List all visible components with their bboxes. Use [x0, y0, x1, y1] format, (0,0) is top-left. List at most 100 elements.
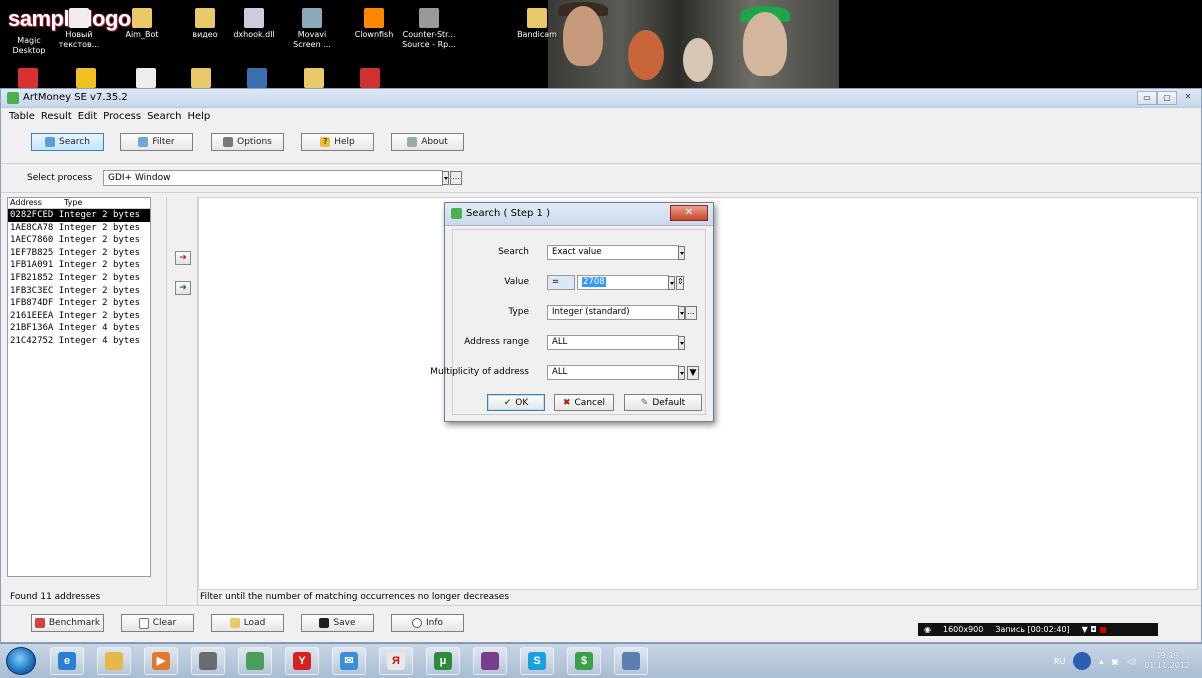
app-icon[interactable] — [247, 68, 267, 88]
column-header-type[interactable]: Type — [62, 198, 82, 208]
language-indicator[interactable]: RU — [1054, 657, 1065, 666]
taskbar-item[interactable]: $ — [567, 647, 601, 675]
volume-icon[interactable]: ◁) — [1127, 657, 1136, 666]
default-button[interactable]: ✎ Default — [624, 394, 702, 411]
column-header-address[interactable]: Address — [8, 198, 62, 208]
folder-icon — [132, 8, 152, 28]
taskbar-item[interactable]: Я — [379, 647, 413, 675]
menu-help[interactable]: Help — [187, 111, 210, 122]
search-button[interactable]: Search — [31, 133, 104, 151]
clock[interactable]: 19:19 01.11.2012 — [1144, 651, 1190, 671]
cancel-button[interactable]: ✖ Cancel — [554, 394, 614, 411]
address-list[interactable]: Address Type 0282FCED Integer 2 bytes 1AE… — [7, 197, 151, 577]
taskbar-item[interactable] — [473, 647, 507, 675]
tray-app-icon[interactable] — [1073, 652, 1092, 670]
desktop-icon-label: Counter-Str... Source - Rp... — [402, 30, 456, 49]
type-dropdown-arrow-icon[interactable] — [678, 306, 685, 320]
address-range-dropdown-arrow-icon[interactable] — [678, 336, 685, 350]
desktop-icon[interactable]: Aim_Bot — [113, 8, 171, 40]
taskbar-item[interactable]: μ — [426, 647, 460, 675]
type-select[interactable]: Integer (standard) — [547, 305, 679, 320]
ok-button[interactable]: ✔ OK — [487, 394, 545, 411]
menu-search[interactable]: Search — [147, 111, 181, 122]
acrobat-icon[interactable] — [360, 68, 380, 88]
table-row[interactable]: 1AEC7860 Integer 2 bytes — [8, 234, 150, 247]
desktop-icon[interactable]: Counter-Str... Source - Rp... — [400, 8, 458, 50]
table-row[interactable]: 1AE8CA78 Integer 2 bytes — [8, 222, 150, 235]
menu-table[interactable]: Table — [9, 111, 35, 122]
desktop-icon[interactable]: Bandicam — [508, 8, 566, 40]
help-button[interactable]: ? Help — [301, 133, 374, 151]
address-range-select[interactable]: ALL — [547, 335, 679, 350]
taskbar-item[interactable]: ✉ — [332, 647, 366, 675]
taskbar-item[interactable]: S — [520, 647, 554, 675]
table-row[interactable]: 1FB874DF Integer 2 bytes — [8, 297, 150, 310]
process-select[interactable]: GDI+ Window — [103, 170, 443, 186]
multiplicity-down-button[interactable]: ▼ — [687, 366, 699, 380]
clear-button[interactable]: Clear — [121, 614, 194, 632]
add-all-arrow-icon[interactable]: ➜ — [175, 281, 191, 295]
process-browse-button[interactable]: … — [450, 171, 462, 185]
maximize-button[interactable]: ▢ — [1157, 91, 1177, 105]
desktop-icon[interactable]: Новый текстов... — [50, 8, 108, 50]
taskbar-item[interactable] — [614, 647, 648, 675]
row-address: 1AE8CA78 — [10, 222, 54, 233]
table-row[interactable]: 1FB3C3EC Integer 2 bytes — [8, 285, 150, 298]
save-button[interactable]: Save — [301, 614, 374, 632]
value-input[interactable]: 2708 — [577, 275, 669, 290]
network-icon[interactable]: ▣ — [1111, 657, 1119, 666]
tray-expand-icon[interactable]: ▴ — [1099, 657, 1103, 666]
benchmark-button[interactable]: Benchmark — [31, 614, 104, 632]
table-row[interactable]: 1EF7B825 Integer 2 bytes — [8, 247, 150, 260]
dialog-titlebar[interactable]: Search ( Step 1 ) ✕ — [445, 203, 713, 226]
options-button[interactable]: Options — [211, 133, 284, 151]
table-row[interactable]: 0282FCED Integer 2 bytes — [8, 209, 150, 222]
start-button[interactable] — [6, 647, 36, 675]
search-mode-select[interactable]: Exact value — [547, 245, 679, 260]
menu-process[interactable]: Process — [103, 111, 141, 122]
folder-icon[interactable] — [304, 68, 324, 88]
app-icon — [246, 652, 264, 670]
taskbar-item[interactable] — [97, 647, 131, 675]
load-button[interactable]: Load — [211, 614, 284, 632]
multiplicity-select[interactable]: ALL — [547, 365, 679, 380]
table-row[interactable]: 21BF136A Integer 4 bytes — [8, 322, 150, 335]
taskbar-item[interactable] — [238, 647, 272, 675]
recorder-controls-icon[interactable]: ▼ ◘ ■ — [1082, 625, 1107, 634]
minimize-button[interactable]: ▭ — [1137, 91, 1157, 105]
folder-icon[interactable] — [191, 68, 211, 88]
info-button[interactable]: Info — [391, 614, 464, 632]
desktop-icon[interactable]: Movavi Screen ... — [283, 8, 341, 50]
type-options-button[interactable]: … — [685, 306, 697, 320]
table-row[interactable]: 21C42752 Integer 4 bytes — [8, 335, 150, 348]
desktop-icon[interactable]: Clownfish — [345, 8, 403, 40]
filter-button[interactable]: Filter — [120, 133, 193, 151]
shortcut-icon[interactable] — [76, 68, 96, 88]
taskbar-item[interactable] — [191, 647, 225, 675]
process-dropdown-arrow-icon[interactable] — [442, 171, 449, 185]
menu-edit[interactable]: Edit — [78, 111, 97, 122]
value-spinner[interactable]: ⇕ — [676, 276, 684, 290]
table-row[interactable]: 2161EEEA Integer 2 bytes — [8, 310, 150, 323]
search-mode-dropdown-arrow-icon[interactable] — [678, 246, 685, 260]
value-dropdown-arrow-icon[interactable] — [668, 276, 675, 290]
close-button[interactable]: ✕ — [1179, 91, 1197, 103]
yandex-icon[interactable] — [18, 68, 38, 88]
menu-result[interactable]: Result — [41, 111, 72, 122]
taskbar: e ▶ Y ✉ Яμ S $ RU ▴ ▣ ◁) 19:19 01.11.2012 — [0, 643, 1202, 678]
multiplicity-dropdown-arrow-icon[interactable] — [678, 366, 685, 380]
table-row[interactable]: 1FB1A091 Integer 2 bytes — [8, 259, 150, 272]
taskbar-item[interactable]: e — [50, 647, 84, 675]
desktop-icon[interactable]: dxhook.dll — [225, 8, 283, 40]
about-button[interactable]: About — [391, 133, 464, 151]
winrar-icon — [481, 652, 499, 670]
value-operator-select[interactable]: = — [547, 275, 575, 290]
window-titlebar[interactable]: ArtMoney SE v7.35.2 ▭ ▢ ✕ — [1, 89, 1201, 108]
add-selected-arrow-icon[interactable]: ➜ — [175, 251, 191, 265]
dialog-close-button[interactable]: ✕ — [670, 205, 708, 221]
taskbar-item[interactable]: Y — [285, 647, 319, 675]
address-range-label: Address range — [464, 337, 529, 347]
table-row[interactable]: 1FB21852 Integer 2 bytes — [8, 272, 150, 285]
taskbar-item[interactable]: ▶ — [144, 647, 178, 675]
text-file-icon[interactable] — [136, 68, 156, 88]
